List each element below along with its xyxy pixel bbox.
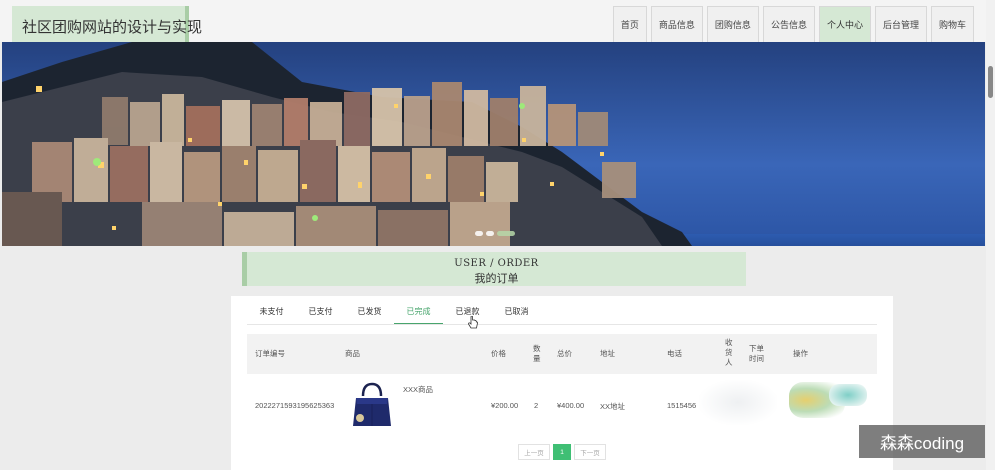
table-row: 2022271593195625363 XXX商品 ¥200.00 2 ¥400… bbox=[247, 374, 877, 434]
nav-admin[interactable]: 后台管理 bbox=[874, 6, 927, 42]
nav-personal-center[interactable]: 个人中心 bbox=[818, 6, 871, 42]
col-receiver: 收货人 bbox=[725, 338, 733, 367]
nav-cart[interactable]: 购物车 bbox=[930, 6, 974, 42]
main-nav: 首页 商品信息 团购信息 公告信息 个人中心 后台管理 购物车 bbox=[609, 6, 974, 42]
tab-divider bbox=[247, 324, 877, 325]
carousel-dot[interactable] bbox=[475, 231, 483, 236]
tab-paid[interactable]: 已支付 bbox=[296, 306, 345, 324]
qty-cell: 2 bbox=[534, 401, 539, 410]
pagination: 上一页 1 下一页 bbox=[518, 444, 606, 460]
orders-table-header: 订单编号 商品 价格 数量 总价 地址 电话 收货人 下单时间 操作 bbox=[247, 334, 877, 374]
tab-cancelled[interactable]: 已取消 bbox=[492, 306, 541, 324]
site-title[interactable]: 社区团购网站的设计与实现 bbox=[12, 6, 202, 42]
col-address: 地址 bbox=[600, 349, 615, 358]
handbag-product-image[interactable] bbox=[347, 380, 397, 430]
phone-cell: 1515456 bbox=[667, 401, 697, 410]
nav-home[interactable]: 首页 bbox=[612, 6, 647, 42]
col-phone: 电话 bbox=[667, 349, 682, 358]
nav-group-buy[interactable]: 团购信息 bbox=[706, 6, 759, 42]
hero-banner[interactable] bbox=[2, 42, 985, 246]
carousel-dots bbox=[475, 231, 515, 236]
coastal-village-image bbox=[2, 42, 985, 246]
prev-page-button[interactable]: 上一页 bbox=[518, 444, 550, 460]
hand-pointer-icon bbox=[468, 316, 478, 329]
blurred-cell bbox=[699, 380, 777, 425]
total-cell: ¥400.00 bbox=[557, 401, 585, 410]
next-page-button[interactable]: 下一页 bbox=[574, 444, 606, 460]
col-product: 商品 bbox=[345, 349, 360, 358]
watermark: 森森coding bbox=[859, 425, 985, 458]
section-heading: USER / ORDER 我的订单 bbox=[242, 252, 746, 286]
page-number-button[interactable]: 1 bbox=[553, 444, 571, 460]
scrollbar-thumb[interactable] bbox=[988, 66, 993, 98]
col-order-time: 下单时间 bbox=[749, 344, 764, 363]
section-title-en: USER / ORDER bbox=[454, 258, 539, 269]
carousel-dot-active[interactable] bbox=[497, 231, 515, 236]
tab-unpaid[interactable]: 未支付 bbox=[247, 306, 296, 324]
order-no-cell: 2022271593195625363 bbox=[255, 401, 335, 410]
section-title-zh: 我的订单 bbox=[474, 272, 519, 285]
order-status-tabs: 未支付 已支付 已发货 已完成 已退款 已取消 bbox=[247, 306, 541, 324]
address-cell: XX地址 bbox=[600, 402, 626, 411]
top-header: 社区团购网站的设计与实现 首页 商品信息 团购信息 公告信息 个人中心 后台管理… bbox=[0, 0, 995, 42]
col-action: 操作 bbox=[793, 349, 808, 358]
nav-products[interactable]: 商品信息 bbox=[650, 6, 703, 42]
tab-shipped[interactable]: 已发货 bbox=[345, 306, 394, 324]
tab-completed[interactable]: 已完成 bbox=[394, 306, 443, 324]
orders-panel: 未支付 已支付 已发货 已完成 已退款 已取消 订单编号 商品 价格 数量 总价… bbox=[231, 296, 893, 470]
col-total: 总价 bbox=[557, 349, 572, 358]
product-name-cell[interactable]: XXX商品 bbox=[403, 384, 433, 395]
page-scrollbar[interactable] bbox=[986, 0, 995, 470]
blurred-action-button[interactable] bbox=[829, 384, 867, 406]
nav-announcements[interactable]: 公告信息 bbox=[762, 6, 815, 42]
carousel-dot[interactable] bbox=[486, 231, 494, 236]
col-qty: 数量 bbox=[533, 344, 541, 363]
col-order-no: 订单编号 bbox=[255, 349, 285, 358]
price-cell: ¥200.00 bbox=[491, 401, 519, 410]
col-price: 价格 bbox=[491, 349, 506, 358]
